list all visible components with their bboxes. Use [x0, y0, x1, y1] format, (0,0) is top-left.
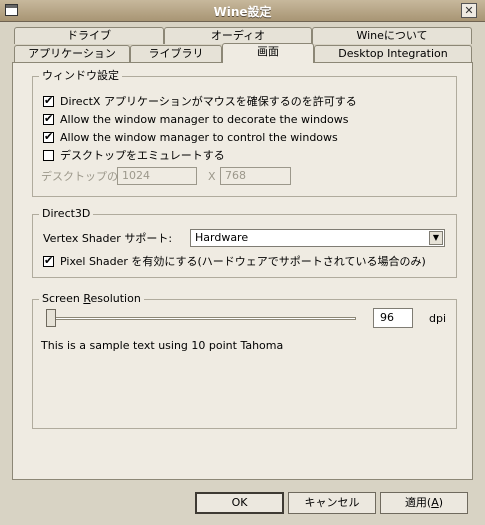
tab-audio[interactable]: オーディオ [164, 27, 312, 44]
apply-button[interactable]: 適用(A) [380, 492, 468, 514]
option-pixel-shader[interactable]: Pixel Shader を有効にする(ハードウェアでサポートされている場合のみ… [43, 254, 426, 269]
window-settings-title: ウィンドウ設定 [39, 69, 122, 83]
close-icon[interactable]: ✕ [461, 3, 477, 18]
sample-text: This is a sample text using 10 point Tah… [41, 339, 284, 352]
ok-button[interactable]: OK [195, 492, 284, 514]
wm-decorate-checkbox[interactable] [43, 112, 54, 125]
tab-graphics[interactable]: 画面 [222, 43, 314, 63]
wm-control-label: Allow the window manager to control the … [60, 131, 338, 144]
emulate-desktop-checkbox[interactable] [43, 150, 54, 161]
tab-about-wine[interactable]: Wineについて [312, 27, 472, 44]
tab-panel: ウィンドウ設定 DirectX アプリケーションがマウスを確保するのを許可する … [12, 62, 473, 480]
window-title: Wine設定 [213, 5, 272, 19]
dpi-slider-track[interactable] [49, 317, 356, 320]
vertex-shader-value: Hardware [195, 231, 249, 244]
vertex-shader-select[interactable]: Hardware ▼ [190, 229, 445, 247]
directx-mouse-label: DirectX アプリケーションがマウスを確保するのを許可する [60, 95, 357, 108]
option-wm-decorate[interactable]: Allow the window manager to decorate the… [43, 112, 349, 127]
desktop-width-input[interactable]: 1024 [117, 167, 197, 185]
directx-mouse-checkbox[interactable] [43, 94, 54, 107]
dpi-slider-thumb[interactable] [46, 309, 56, 327]
option-directx-mouse[interactable]: DirectX アプリケーションがマウスを確保するのを許可する [43, 94, 357, 109]
desktop-height-input[interactable]: 768 [220, 167, 291, 185]
option-wm-control[interactable]: Allow the window manager to control the … [43, 130, 338, 145]
tab-desktop-integration[interactable]: Desktop Integration [314, 45, 472, 62]
pixel-shader-checkbox[interactable] [43, 254, 54, 267]
tab-drives[interactable]: ドライブ [14, 27, 164, 44]
dpi-input[interactable]: 96 [373, 308, 413, 328]
wm-decorate-label: Allow the window manager to decorate the… [60, 113, 349, 126]
chevron-down-icon[interactable]: ▼ [429, 231, 443, 245]
vertex-shader-label: Vertex Shader サポート: [43, 232, 173, 245]
title-bar[interactable]: Wine設定 ✕ [0, 0, 485, 22]
desktop-x-label: X [208, 170, 216, 183]
direct3d-title: Direct3D [39, 207, 94, 221]
option-emulate-desktop[interactable]: デスクトップをエミュレートする [43, 149, 225, 163]
emulate-desktop-label: デスクトップをエミュレートする [60, 149, 225, 162]
tab-libraries[interactable]: ライブラリ [130, 45, 222, 62]
tab-applications[interactable]: アプリケーション [14, 45, 130, 62]
wm-control-checkbox[interactable] [43, 130, 54, 143]
pixel-shader-label: Pixel Shader を有効にする(ハードウェアでサポートされている場合のみ… [60, 255, 426, 268]
dpi-unit-label: dpi [429, 312, 447, 325]
screen-resolution-title: Screen Resolution [39, 292, 144, 306]
cancel-button[interactable]: キャンセル [288, 492, 376, 514]
